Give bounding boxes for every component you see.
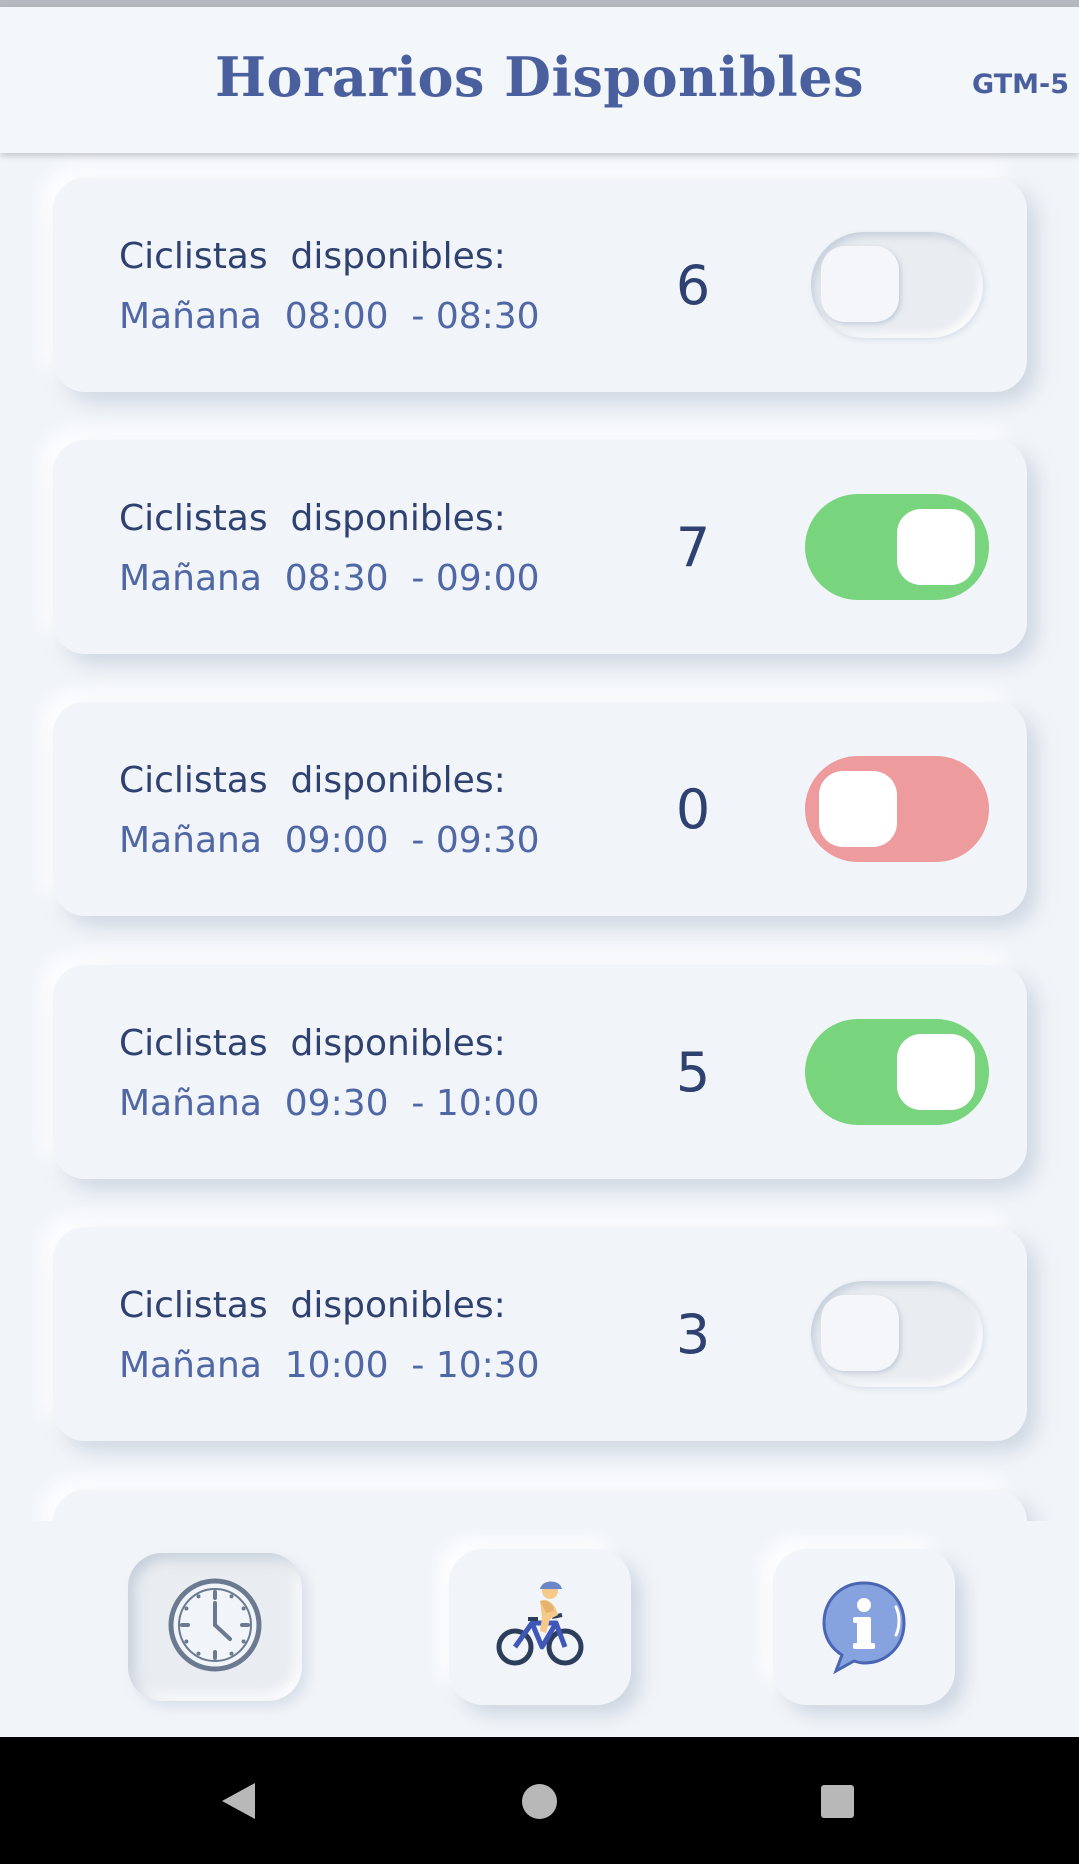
slot-label: Ciclistas disponibles: (119, 498, 506, 539)
slot-card-0800: Ciclistas disponibles: Mañana 08:00 - 08… (53, 178, 1027, 392)
toggle-knob (821, 246, 899, 322)
recents-icon[interactable] (821, 1785, 854, 1818)
cyclist-icon (490, 1575, 590, 1680)
cyclist-count: 7 (675, 516, 711, 579)
slot-toggle[interactable] (805, 494, 989, 600)
cyclist-count: 3 (675, 1303, 711, 1366)
back-icon[interactable] (222, 1783, 255, 1819)
slot-time: Mañana 09:00 - 09:30 (119, 820, 540, 861)
cyclist-count: 5 (675, 1041, 711, 1104)
info-tab-button[interactable] (773, 1549, 955, 1705)
slot-card-0830: Ciclistas disponibles: Mañana 08:30 - 09… (53, 440, 1027, 654)
page-title: Horarios Disponibles (215, 45, 864, 109)
slot-toggle[interactable] (805, 756, 989, 862)
clock-icon (167, 1577, 263, 1678)
cyclist-count: 6 (675, 254, 711, 317)
slot-time: Mañana 08:30 - 09:00 (119, 558, 540, 599)
toggle-knob (897, 1034, 975, 1110)
slot-toggle[interactable] (811, 232, 983, 338)
toggle-knob (897, 509, 975, 585)
timezone-label: GTM-5 (972, 69, 1069, 100)
slot-label: Ciclistas disponibles: (119, 1285, 506, 1326)
slot-toggle[interactable] (805, 1019, 989, 1125)
slot-toggle[interactable] (811, 1281, 983, 1387)
cyclist-count: 0 (675, 778, 711, 841)
slot-card-0900: Ciclistas disponibles: Mañana 09:00 - 09… (53, 702, 1027, 916)
slot-label: Ciclistas disponibles: (119, 1023, 506, 1064)
info-icon (814, 1575, 914, 1680)
schedule-tab-button[interactable] (128, 1553, 302, 1701)
slot-list[interactable]: Ciclistas disponibles: Mañana 08:00 - 08… (0, 153, 1079, 1521)
status-strip (0, 0, 1079, 7)
app-header: Horarios Disponibles GTM-5 (0, 7, 1079, 153)
toggle-knob (819, 771, 897, 847)
slot-time: Mañana 08:00 - 08:30 (119, 296, 540, 337)
toggle-knob (821, 1295, 899, 1371)
home-icon[interactable] (522, 1784, 557, 1819)
cyclists-tab-button[interactable] (449, 1549, 631, 1705)
slot-time: Mañana 10:00 - 10:30 (119, 1345, 540, 1386)
slot-card-0930: Ciclistas disponibles: Mañana 09:30 - 10… (53, 965, 1027, 1179)
slot-card-1000: Ciclistas disponibles: Mañana 10:00 - 10… (53, 1227, 1027, 1441)
slot-card-partial (53, 1490, 1027, 1521)
slot-label: Ciclistas disponibles: (119, 760, 506, 801)
slot-time: Mañana 09:30 - 10:00 (119, 1083, 540, 1124)
slot-label: Ciclistas disponibles: (119, 236, 506, 277)
